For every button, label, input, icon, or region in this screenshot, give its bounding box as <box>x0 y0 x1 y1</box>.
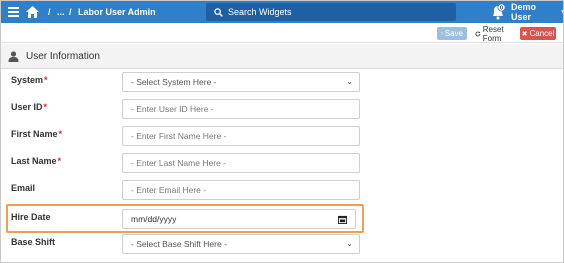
panel-header: User Information <box>1 44 563 69</box>
user-name: Demo User <box>511 2 537 22</box>
search-widgets-input[interactable]: Search Widgets <box>206 3 456 21</box>
refresh-icon <box>475 31 481 36</box>
required-marker: * <box>58 129 63 139</box>
breadcrumb-separator: / <box>69 7 72 17</box>
hire-date-input[interactable]: mm/dd/yyyy <box>122 209 356 229</box>
first-name-placeholder: - Enter First Name Here - <box>131 131 227 141</box>
field-label: Base Shift <box>11 237 56 247</box>
form-row-last-name: Last Name* - Enter Last Name Here - <box>1 153 563 173</box>
form-row-base-shift: Base Shift - Select Base Shift Here - ⌄ <box>1 234 563 254</box>
cancel-button[interactable]: ✖ Cancel <box>520 27 556 40</box>
user-id-placeholder: - Enter User ID Here - <box>131 104 214 114</box>
breadcrumb-ellipsis[interactable]: ... <box>57 5 65 19</box>
form-row-system: System* - Select System Here - ⌄ <box>1 72 563 92</box>
user-id-input[interactable]: - Enter User ID Here - <box>122 99 360 119</box>
field-label: Email <box>11 183 36 193</box>
field-label: First Name* <box>11 129 63 139</box>
chevron-down-icon: ⌄ <box>346 77 353 86</box>
required-marker: * <box>43 102 48 112</box>
app-window: / ... / Labor User Admin Search Widgets … <box>0 0 564 263</box>
base-shift-select-value: - Select Base Shift Here - <box>131 239 227 249</box>
panel-title: User Information <box>26 51 100 62</box>
save-button[interactable]: Save <box>437 27 467 40</box>
close-icon: ✖ <box>521 30 528 38</box>
cancel-label: Cancel <box>529 29 555 38</box>
base-shift-select[interactable]: - Select Base Shift Here - ⌄ <box>122 234 360 254</box>
reset-form-button[interactable]: Reset Form <box>471 24 517 43</box>
search-icon <box>214 7 223 17</box>
form-row-email: Email - Enter Email Here - <box>1 180 563 200</box>
first-name-input[interactable]: - Enter First Name Here - <box>122 126 360 146</box>
required-marker: * <box>44 75 48 85</box>
system-select-value: - Select System Here - <box>131 77 217 87</box>
required-marker: * <box>57 156 62 166</box>
breadcrumb-separator: / <box>48 7 51 17</box>
field-label: Last Name* <box>11 156 62 166</box>
form-row-first-name: First Name* - Enter First Name Here - <box>1 126 563 146</box>
breadcrumb-current: Labor User Admin <box>78 7 156 17</box>
home-icon[interactable] <box>26 5 40 19</box>
last-name-input[interactable]: - Enter Last Name Here - <box>122 153 360 173</box>
email-placeholder: - Enter Email Here - <box>131 185 207 195</box>
hire-date-placeholder: mm/dd/yyyy <box>131 214 177 224</box>
reset-label: Reset Form <box>482 24 504 43</box>
calendar-icon[interactable] <box>338 215 347 224</box>
top-navbar: / ... / Labor User Admin Search Widgets … <box>1 1 563 23</box>
email-input[interactable]: - Enter Email Here - <box>122 180 360 200</box>
save-icon <box>441 32 443 35</box>
search-placeholder: Search Widgets <box>228 7 292 17</box>
form-toolbar: Save Reset Form ✖ Cancel <box>1 23 563 43</box>
notification-count: 0 <box>500 6 503 12</box>
field-label: System* <box>11 75 48 85</box>
notification-bell-icon[interactable]: 0 <box>489 3 507 21</box>
field-label: User ID* <box>11 102 48 112</box>
system-select[interactable]: - Select System Here - ⌄ <box>122 72 360 92</box>
form-row-hire-date: Hire Date mm/dd/yyyy <box>1 209 563 229</box>
form-row-user-id: User ID* - Enter User ID Here - <box>1 99 563 119</box>
save-label: Save <box>444 29 463 38</box>
hamburger-menu-icon[interactable] <box>8 7 19 17</box>
user-menu[interactable]: Demo User ▾ <box>511 2 563 22</box>
field-label: Hire Date <box>11 212 51 222</box>
chevron-down-icon: ⌄ <box>346 239 353 248</box>
user-icon <box>8 51 19 62</box>
last-name-placeholder: - Enter Last Name Here - <box>131 158 226 168</box>
